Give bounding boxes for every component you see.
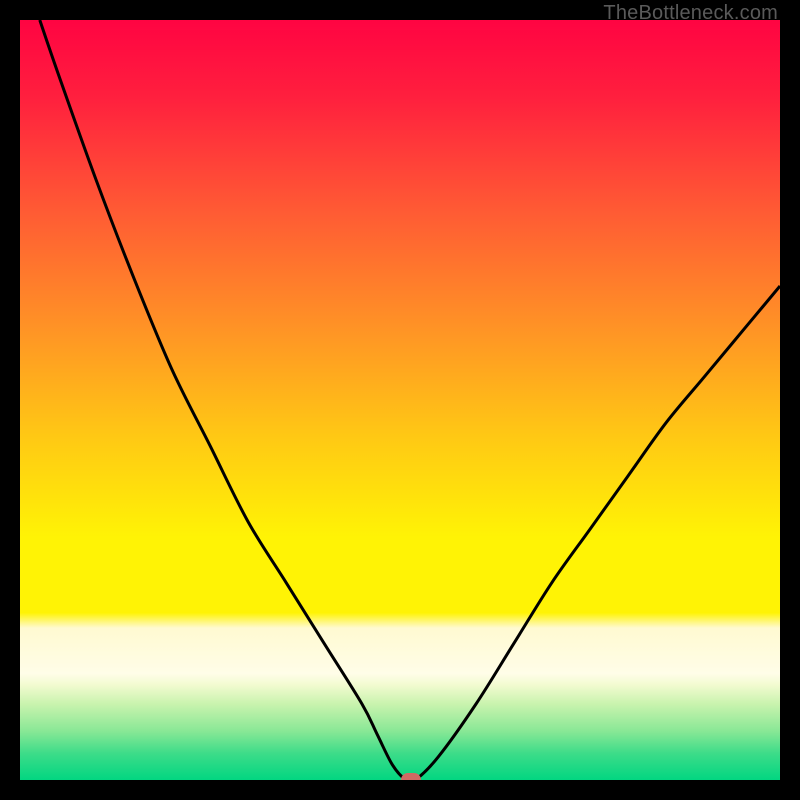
curve-layer [20, 20, 780, 780]
bottleneck-curve [40, 20, 780, 780]
plot-area [20, 20, 780, 780]
minimum-marker [401, 773, 421, 780]
chart-frame: { "watermark": "TheBottleneck.com", "cha… [0, 0, 800, 800]
